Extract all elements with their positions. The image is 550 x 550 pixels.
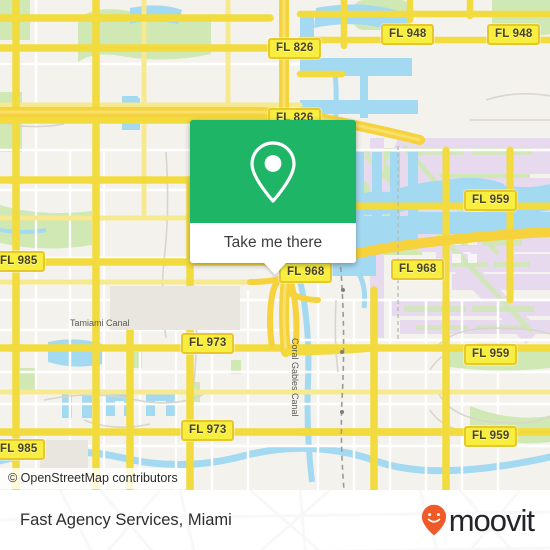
take-me-there-label: Take me there <box>223 234 323 251</box>
moovit-wordmark: moovit <box>448 502 535 538</box>
road-shield[interactable]: FL 959 <box>464 344 518 365</box>
road-shield[interactable]: FL 973 <box>181 420 235 441</box>
road-shield[interactable]: FL 985 <box>0 439 46 460</box>
popup-image-area <box>190 120 356 223</box>
place-title: Fast Agency Services, Miami <box>20 510 232 529</box>
map-canvas[interactable]: FL 826 FL 948 FL 948 FL 826 FL 959 FL 98… <box>0 0 550 490</box>
road-shield[interactable]: FL 968 <box>279 262 333 283</box>
popup-tail <box>264 263 286 275</box>
road-shield[interactable]: FL 826 <box>268 38 322 59</box>
map-label-coral-gables-canal: Coral Gables Canal <box>290 338 300 417</box>
bottom-info-bar: Fast Agency Services, Miami moovit <box>0 490 550 550</box>
moovit-brand[interactable]: moovit <box>421 502 535 538</box>
take-me-there-button[interactable]: Take me there <box>190 223 356 275</box>
road-shield[interactable]: FL 948 <box>487 24 541 45</box>
road-shield[interactable]: FL 985 <box>0 251 46 272</box>
road-shield[interactable]: FL 973 <box>181 333 235 354</box>
road-shield[interactable]: FL 968 <box>391 259 445 280</box>
moovit-smiley-pin-icon <box>421 504 446 536</box>
map-pin-icon <box>250 140 296 203</box>
road-shield[interactable]: FL 959 <box>464 190 518 211</box>
place-popup[interactable]: Take me there <box>190 120 356 275</box>
road-shield[interactable]: FL 948 <box>381 24 435 45</box>
road-shield[interactable]: FL 959 <box>464 426 518 447</box>
map-label-tamiami-canal: Tamiami Canal <box>70 318 130 328</box>
osm-attribution[interactable]: © OpenStreetMap contributors <box>0 468 186 489</box>
